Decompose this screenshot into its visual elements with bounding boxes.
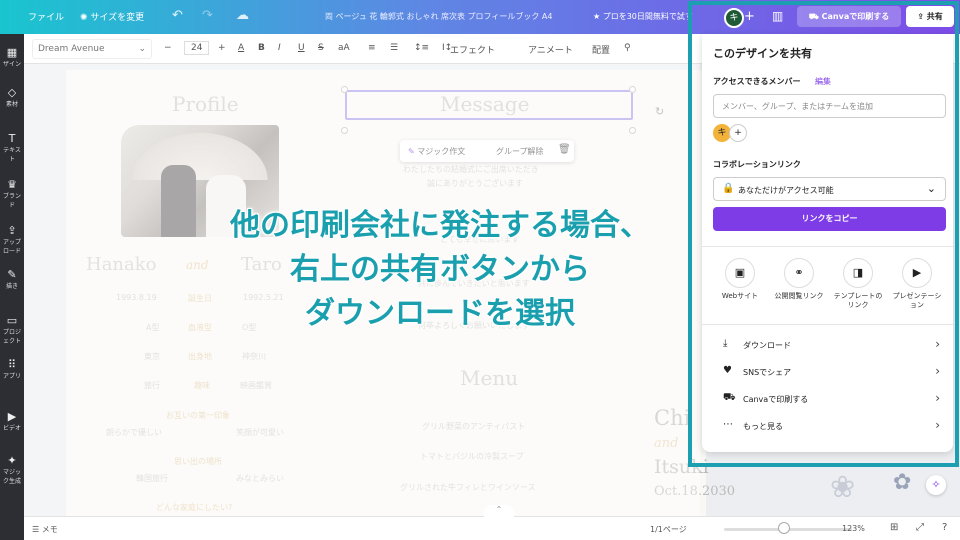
- sidebar-label: ザイン: [2, 61, 21, 68]
- case-icon[interactable]: aA: [338, 43, 350, 53]
- sidebar-label: プロジェクト: [2, 329, 21, 345]
- notes-label: メモ: [41, 525, 58, 534]
- sidebar-label: テキスト: [3, 147, 21, 163]
- sidebar-item-uploads[interactable]: ⇪ アップロード: [2, 224, 22, 255]
- sidebar-item-draw[interactable]: ✎ 描き: [2, 268, 22, 290]
- upload-icon: ⇪: [7, 224, 17, 237]
- sidebar-item-brand[interactable]: ♛ ブランド: [2, 178, 22, 209]
- resize-label: サイズを変更: [90, 13, 145, 23]
- help-icon[interactable]: ?: [942, 522, 947, 533]
- expand-chevron-icon[interactable]: ⌃: [484, 505, 514, 519]
- sidebar-item-elements[interactable]: ◇ 素材: [2, 86, 22, 108]
- sidebar-item-design[interactable]: ▦ ザイン: [2, 46, 22, 68]
- magic-assistant-icon[interactable]: ✧: [926, 475, 946, 495]
- sidebar-label: アプリ: [2, 373, 21, 380]
- fullscreen-icon[interactable]: ⤢: [916, 522, 924, 533]
- sidebar-label: 描き: [5, 283, 18, 290]
- flower-icon: ✿: [893, 470, 912, 495]
- magic-icon: ✦: [7, 454, 17, 467]
- highlight-frame: [688, 1, 959, 467]
- text-color-icon[interactable]: A: [238, 43, 244, 53]
- underline-icon[interactable]: U: [298, 43, 305, 53]
- caption-line-2: 右上の共有ボタンから: [290, 252, 590, 287]
- document-title[interactable]: 両 ページュ 花 輪郭式 おしゃれ 席次表 プロフィールブック A4: [325, 11, 552, 22]
- pro-trial-label: プロを30日間無料で試す: [602, 12, 693, 21]
- text-icon: T: [8, 132, 16, 145]
- design-icon: ▦: [6, 46, 18, 59]
- bold-icon[interactable]: B: [258, 43, 265, 53]
- font-select[interactable]: Dream Avenue ⌄: [32, 39, 152, 59]
- sidebar-label: 素材: [5, 101, 18, 108]
- caption-line-1: 他の印刷会社に発注する場合、: [230, 208, 650, 243]
- redo-icon[interactable]: ↷: [202, 8, 213, 23]
- sidebar-label: ブランド: [2, 193, 21, 209]
- elements-icon: ◇: [7, 86, 17, 99]
- position-button[interactable]: 配置: [592, 43, 610, 56]
- effects-button[interactable]: エフェクト: [450, 43, 495, 56]
- floral-decoration: ❀: [830, 470, 856, 505]
- strikethrough-icon[interactable]: S: [318, 43, 324, 53]
- font-size-increase[interactable]: +: [218, 43, 226, 53]
- file-menu[interactable]: ファイル: [28, 10, 64, 23]
- apps-icon: ⠿: [7, 358, 17, 371]
- font-name: Dream Avenue: [38, 44, 105, 54]
- sidebar-item-apps[interactable]: ⠿ アプリ: [2, 358, 22, 380]
- page-indicator[interactable]: 1/1ページ: [650, 524, 687, 535]
- grid-view-icon[interactable]: ⊞: [890, 522, 898, 533]
- sidebar-item-text[interactable]: T テキスト: [2, 132, 22, 163]
- left-sidebar: ▦ ザイン ◇ 素材 T テキスト ♛ ブランド ⇪ アップロード ✎ 描き ▭ プロジェクト…: [0, 34, 24, 540]
- chevron-down-icon: ⌄: [138, 44, 146, 54]
- paint-icon[interactable]: ⚲: [624, 43, 631, 53]
- zoom-knob[interactable]: [778, 522, 790, 534]
- spacing-icon[interactable]: ↕≡: [414, 43, 429, 53]
- sidebar-item-magic[interactable]: ✦ マジック生成: [2, 454, 22, 485]
- sidebar-label: アップロード: [2, 239, 21, 255]
- sidebar-label: マジック生成: [2, 469, 21, 485]
- zoom-level[interactable]: 123%: [842, 524, 865, 533]
- cloud-icon: ☁: [236, 8, 249, 23]
- animate-button[interactable]: アニメート: [528, 43, 573, 56]
- video-icon: ▶: [7, 410, 17, 423]
- pro-trial-button[interactable]: ★ プロを30日間無料で試す: [593, 11, 693, 22]
- font-size-decrease[interactable]: −: [164, 43, 172, 53]
- undo-icon[interactable]: ↶: [172, 8, 183, 23]
- font-size-input[interactable]: 24: [184, 41, 210, 55]
- sidebar-label: ビデオ: [2, 425, 21, 432]
- draw-icon: ✎: [7, 268, 17, 281]
- notes-button[interactable]: ☰ メモ: [32, 524, 58, 535]
- brand-icon: ♛: [7, 178, 17, 191]
- sidebar-item-video[interactable]: ▶ ビデオ: [2, 410, 22, 432]
- italic-icon[interactable]: I: [278, 43, 281, 53]
- resize-button[interactable]: ✺ サイズを変更: [80, 10, 144, 23]
- sidebar-item-projects[interactable]: ▭ プロジェクト: [2, 314, 22, 345]
- align-icon[interactable]: ≡: [368, 43, 376, 53]
- caption-line-3: ダウンロードを選択: [305, 296, 575, 331]
- status-bar: ☰ メモ 1/1ページ 123% ⊞ ⤢ ?: [24, 516, 960, 540]
- folder-icon: ▭: [6, 314, 18, 327]
- list-icon[interactable]: ☰: [390, 43, 398, 53]
